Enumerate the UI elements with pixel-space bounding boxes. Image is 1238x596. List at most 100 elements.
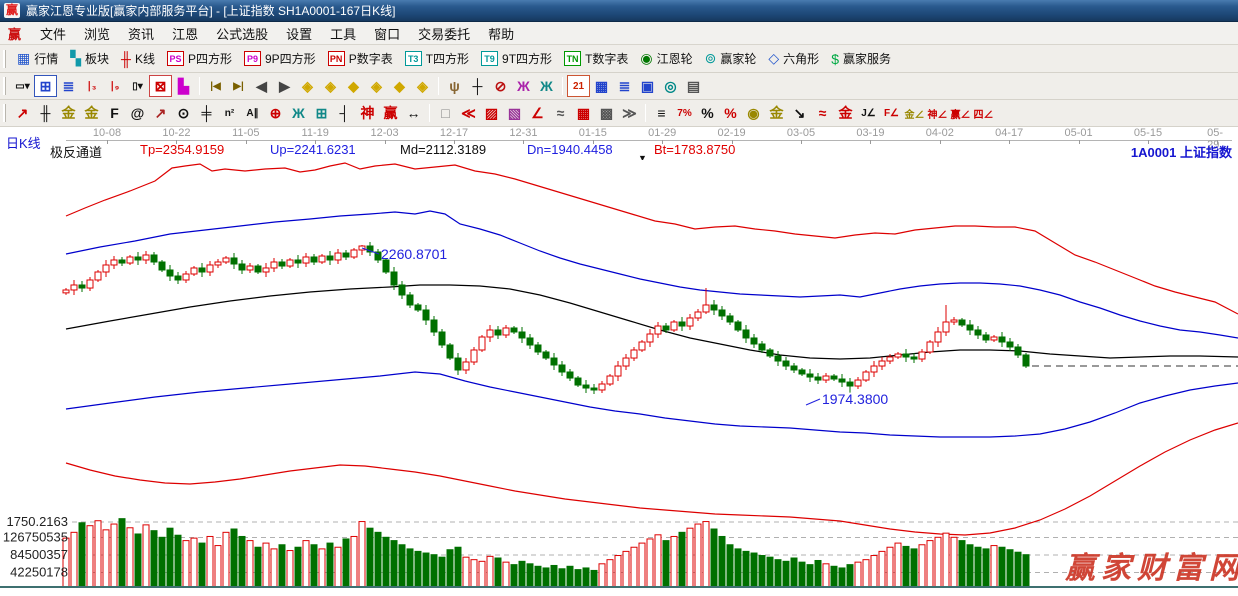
menu-formula-stockpick[interactable]: 公式选股 xyxy=(207,22,277,45)
draw-f-angle[interactable]: F∠ xyxy=(880,102,903,124)
btn-9p-square[interactable]: P99P四方形 xyxy=(238,47,322,71)
draw-7-percent[interactable]: 7% xyxy=(673,102,696,124)
draw-bar-mark[interactable]: ┤ xyxy=(333,102,356,124)
btn-gann-wheel[interactable]: ◉江恩轮 xyxy=(634,47,698,71)
k9-cycle[interactable]: ∣₉ xyxy=(103,75,126,97)
histogram-toggle[interactable]: ▙ xyxy=(172,75,195,97)
draw-bars-indicator[interactable]: ≡ xyxy=(650,102,673,124)
volume-bar xyxy=(295,547,301,587)
calculator-tool[interactable]: ▦ xyxy=(590,75,613,97)
draw-gann-grid[interactable]: ╫ xyxy=(34,102,57,124)
calendar-tool[interactable]: 21 xyxy=(567,75,590,97)
step-forward[interactable]: ▶ xyxy=(273,75,296,97)
menu-gann[interactable]: 江恩 xyxy=(163,22,207,45)
draw-gold-circle[interactable]: ◉ xyxy=(742,102,765,124)
notes-tool[interactable]: ≣ xyxy=(613,75,636,97)
draw-n-squared[interactable]: n² xyxy=(218,102,241,124)
draw-gold-angle[interactable]: 金∠ xyxy=(903,102,926,124)
draw-slashes[interactable]: ≫ xyxy=(618,102,641,124)
chart-canvas[interactable]: 1750.216312675053584500357422501782260.8… xyxy=(0,160,1238,591)
pan-hand-tool[interactable]: ψ xyxy=(443,75,466,97)
draw-si-angle[interactable]: 四∠ xyxy=(972,102,995,124)
draw-spiral[interactable]: @ xyxy=(126,102,149,124)
draw-shen-tool[interactable]: 神 xyxy=(356,102,379,124)
draw-gold-underline[interactable]: 金 xyxy=(834,102,857,124)
draw-ying-angle[interactable]: 赢∠ xyxy=(949,102,972,124)
menu-file[interactable]: 文件 xyxy=(31,22,75,45)
draw-box-fan[interactable]: ▧ xyxy=(503,102,526,124)
goto-first[interactable]: |◀ xyxy=(204,75,227,97)
gann-marker-cross[interactable]: ◈ xyxy=(365,75,388,97)
draw-fan-rays[interactable]: ≪ xyxy=(457,102,480,124)
draw-wave[interactable]: ≈ xyxy=(549,102,572,124)
overlay-grid-toggle[interactable]: ⊞ xyxy=(34,75,57,97)
save-tool[interactable]: ▣ xyxy=(636,75,659,97)
draw-shen-angle[interactable]: 神∠ xyxy=(926,102,949,124)
draw-box-rays[interactable]: ▨ xyxy=(480,102,503,124)
candle-body xyxy=(1015,347,1021,355)
btn-t-number-table[interactable]: TNT数字表 xyxy=(558,47,634,71)
info-panel-toggle[interactable]: ≣ xyxy=(57,75,80,97)
volume-axis-label: 42250178 xyxy=(10,565,68,580)
gann-marker-all[interactable]: ◈ xyxy=(411,75,434,97)
menu-trade[interactable]: 交易委托 xyxy=(409,22,479,45)
gann-marker-star[interactable]: ◆ xyxy=(388,75,411,97)
btn-sectors[interactable]: ▚板块 xyxy=(64,47,115,71)
draw-grid[interactable]: ▩ xyxy=(595,102,618,124)
red-grid-toggle[interactable]: ⊠ xyxy=(149,75,172,97)
draw-star-web[interactable]: Ж xyxy=(287,102,310,124)
draw-red-grid[interactable]: ▦ xyxy=(572,102,595,124)
zoom-off-tool[interactable]: ⊘ xyxy=(489,75,512,97)
web-tool[interactable]: ◎ xyxy=(659,75,682,97)
btn-winner-service[interactable]: $赢家服务 xyxy=(825,47,897,71)
menu-help[interactable]: 帮助 xyxy=(479,22,523,45)
draw-cycle-circle[interactable]: ⊙ xyxy=(172,102,195,124)
draw-ying-tool[interactable]: 赢 xyxy=(379,102,402,124)
menu-news[interactable]: 资讯 xyxy=(119,22,163,45)
draw-select-box[interactable]: □ xyxy=(434,102,457,124)
draw-pencil[interactable]: ↗ xyxy=(11,102,34,124)
step-back[interactable]: ◀ xyxy=(250,75,273,97)
menu-tools[interactable]: 工具 xyxy=(321,22,365,45)
crosshair-tool[interactable]: ┼ xyxy=(466,75,489,97)
draw-percent[interactable]: % xyxy=(696,102,719,124)
gann-marker-h[interactable]: ◆ xyxy=(342,75,365,97)
menu-browse[interactable]: 浏览 xyxy=(75,22,119,45)
draw-measure[interactable]: ↔ xyxy=(402,102,425,124)
draw-gold-ruler-1[interactable]: 金 xyxy=(57,102,80,124)
volume-bar xyxy=(263,543,269,587)
menu-window[interactable]: 窗口 xyxy=(365,22,409,45)
draw-gold-lines[interactable]: 金 xyxy=(765,102,788,124)
btn-t-square[interactable]: T3T四方形 xyxy=(399,47,475,71)
draw-ruler-ticks[interactable]: ╪ xyxy=(195,102,218,124)
print-tool[interactable]: ▤ xyxy=(682,75,705,97)
draw-web-grid[interactable]: ⊞ xyxy=(310,102,333,124)
btn-9t-square[interactable]: T99T四方形 xyxy=(475,47,558,71)
draw-percent-lines[interactable]: % xyxy=(719,102,742,124)
btn-p-square[interactable]: PSP四方形 xyxy=(161,47,238,71)
gann-marker-right[interactable]: ◈ xyxy=(319,75,342,97)
menu-settings[interactable]: 设置 xyxy=(277,22,321,45)
draw-pencil-2[interactable]: ↗ xyxy=(149,102,172,124)
chart-style-dropdown[interactable]: ▭▾ xyxy=(11,75,34,97)
draw-j-angle[interactable]: J∠ xyxy=(857,102,880,124)
candle-type-dropdown[interactable]: ▯▾ xyxy=(126,75,149,97)
k3-cycle[interactable]: ∣₃ xyxy=(80,75,103,97)
draw-mirror[interactable]: A∥ xyxy=(241,102,264,124)
pattern-tool-1[interactable]: Ж xyxy=(512,75,535,97)
btn-quotes[interactable]: ▦行情 xyxy=(11,47,64,71)
volume-bar xyxy=(415,551,421,587)
gann-marker-left[interactable]: ◈ xyxy=(296,75,319,97)
draw-fibonacci[interactable]: F xyxy=(103,102,126,124)
btn-kline[interactable]: ╫K线 xyxy=(115,47,161,71)
btn-p-number-table[interactable]: PNP数字表 xyxy=(322,47,399,71)
goto-last[interactable]: ▶| xyxy=(227,75,250,97)
draw-gold-ruler-2[interactable]: 金 xyxy=(80,102,103,124)
btn-winner-wheel[interactable]: ⊚赢家轮 xyxy=(699,47,763,71)
draw-angle-rays[interactable]: ∠ xyxy=(526,102,549,124)
btn-hexagon[interactable]: ◇六角形 xyxy=(762,47,825,71)
pattern-tool-2[interactable]: Ж xyxy=(535,75,558,97)
draw-a-wave[interactable]: ≈ xyxy=(811,102,834,124)
draw-flag-pencil[interactable]: ↘ xyxy=(788,102,811,124)
draw-circle-cross[interactable]: ⊕ xyxy=(264,102,287,124)
